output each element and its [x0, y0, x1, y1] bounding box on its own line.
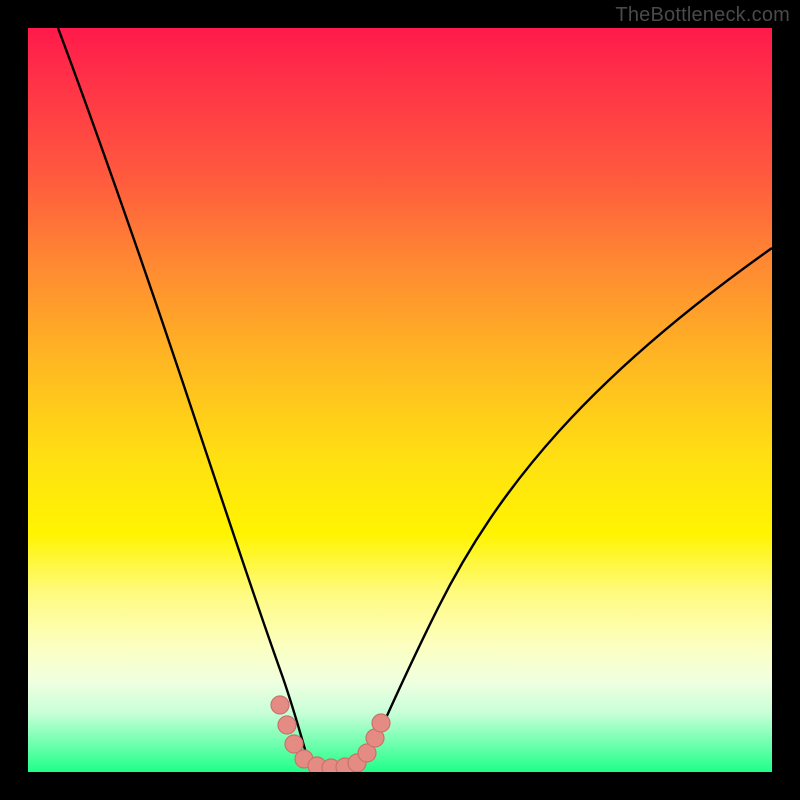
plot-area: [28, 28, 772, 772]
chart-frame: TheBottleneck.com: [0, 0, 800, 800]
watermark-text: TheBottleneck.com: [615, 4, 790, 27]
marker-group: [271, 696, 390, 772]
curve-left-branch: [58, 28, 307, 756]
marker-dot: [278, 716, 296, 734]
marker-dot: [372, 714, 390, 732]
marker-dot: [271, 696, 289, 714]
curve-layer: [28, 28, 772, 772]
curve-right-branch: [366, 248, 772, 760]
